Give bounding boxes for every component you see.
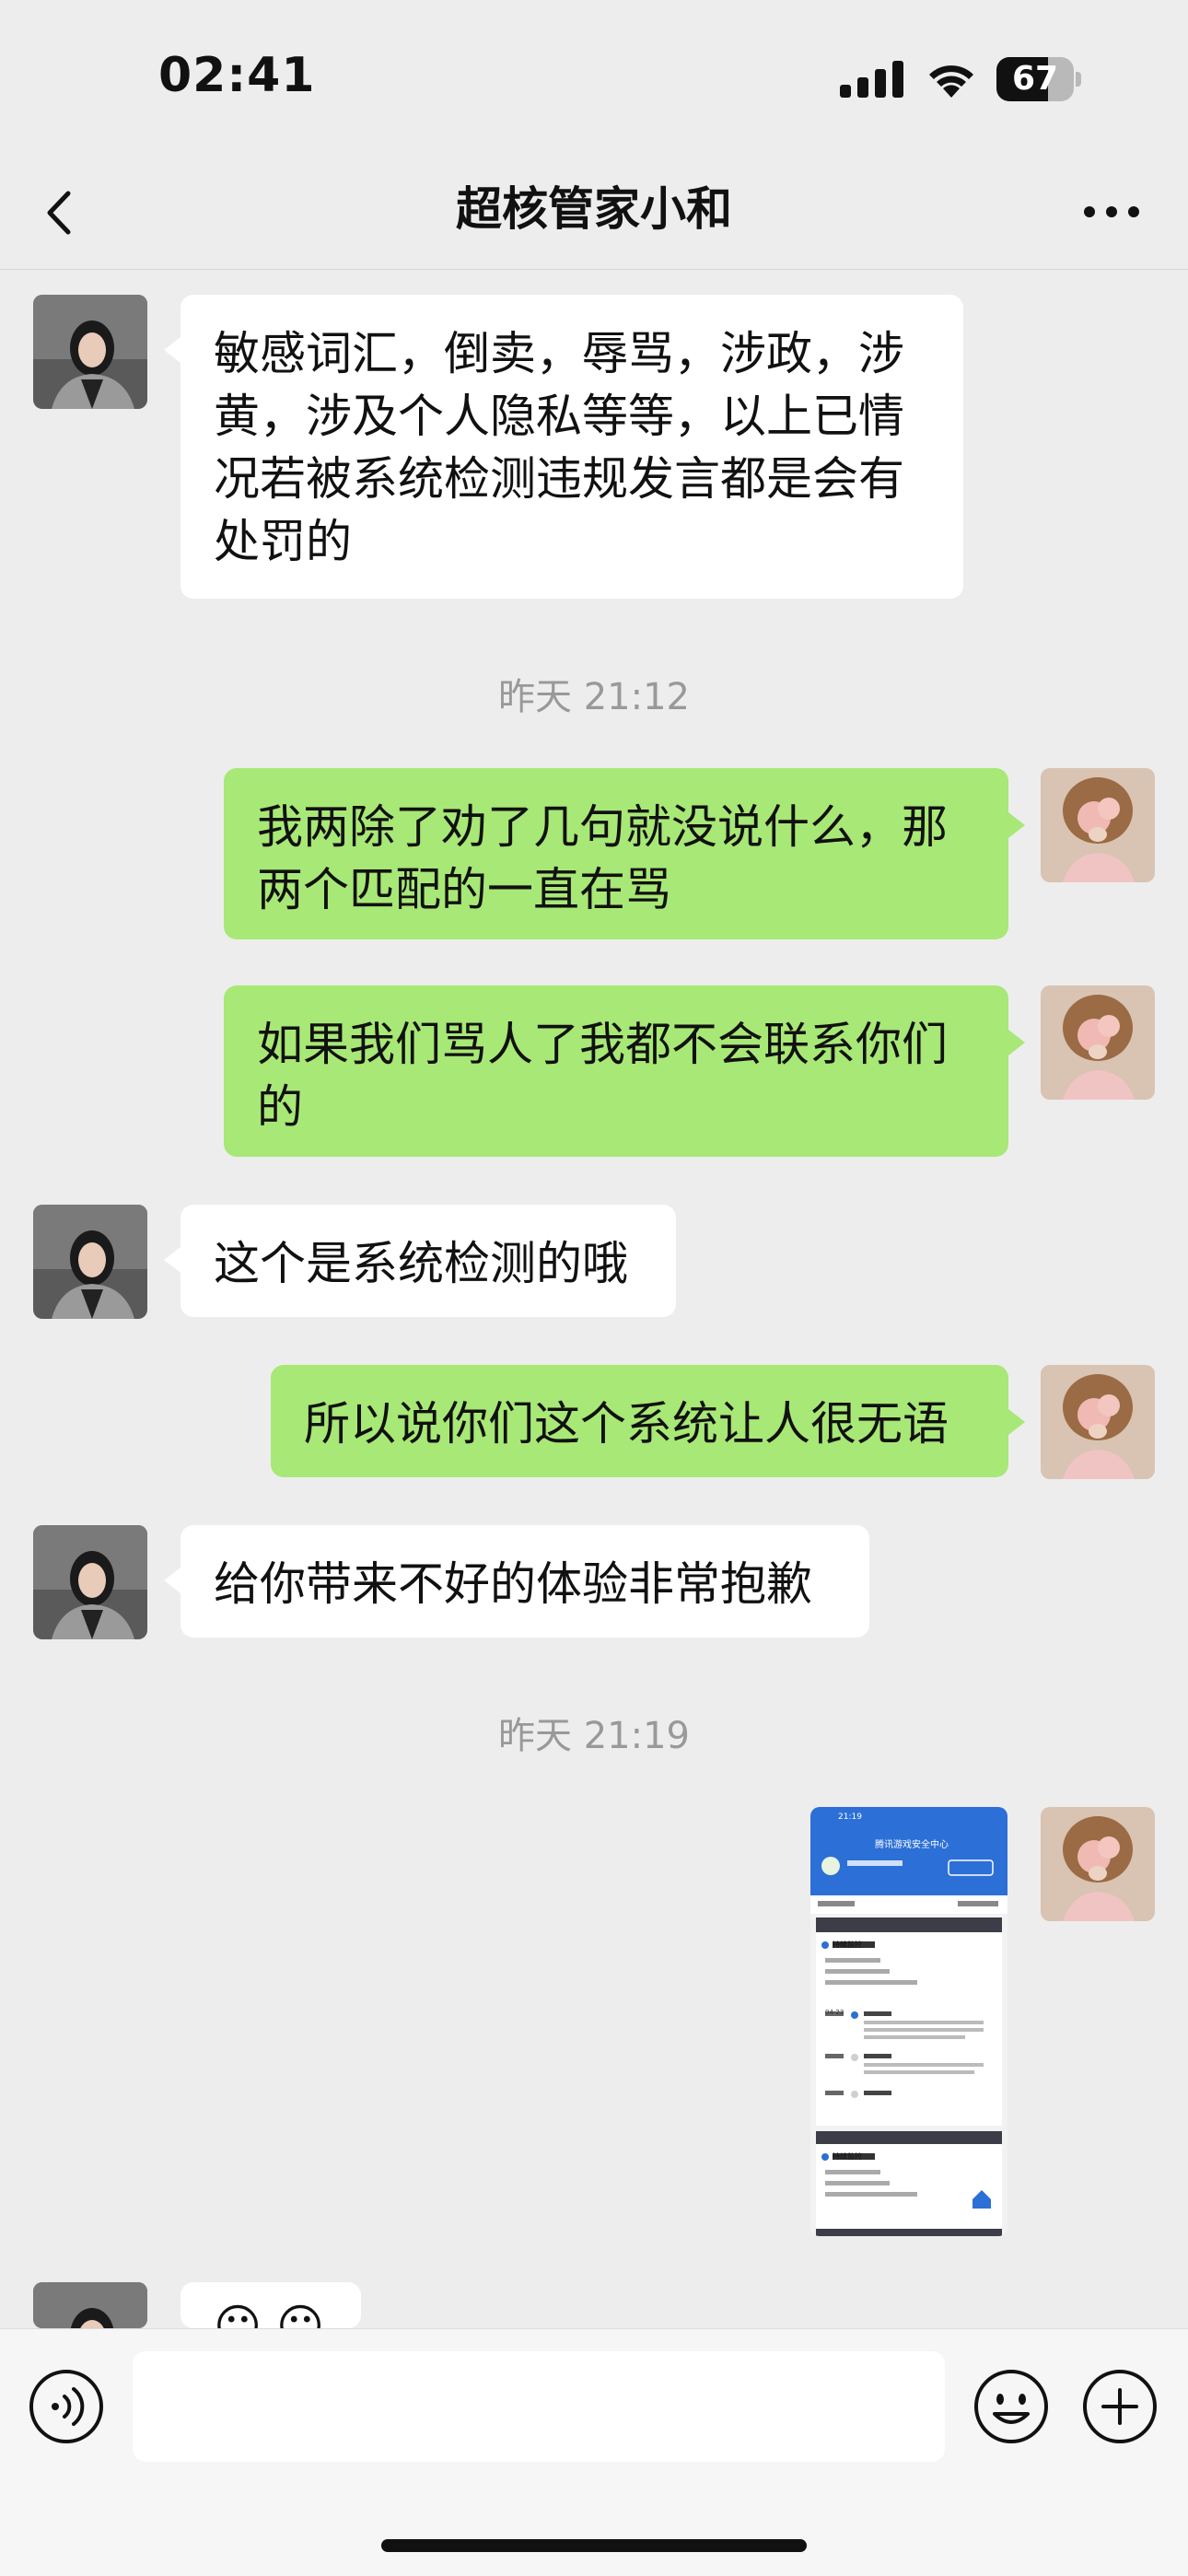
emoji-icon[interactable] (973, 2368, 1050, 2445)
message-bubble-outgoing[interactable]: 我两除了劝了几句就没说什么，那两个匹配的一直在骂 (224, 768, 1025, 939)
contact-avatar[interactable] (33, 1525, 147, 1639)
message-bubble-incoming[interactable]: 😐 😐 (181, 2282, 361, 2328)
user-avatar[interactable] (1041, 1365, 1155, 1479)
battery-percent: 67 (1011, 60, 1059, 98)
more-options-icon[interactable] (1079, 184, 1144, 239)
user-avatar[interactable] (1041, 768, 1155, 882)
status-time: 02:41 (158, 48, 316, 103)
time-separator: 昨天 21:12 (498, 676, 690, 718)
wifi-icon (929, 65, 973, 98)
chat-title: 超核管家小和 (456, 182, 732, 236)
user-avatar[interactable] (1041, 985, 1155, 1100)
contact-avatar[interactable] (33, 1205, 147, 1319)
thumb-date: 04-23 (825, 2009, 844, 2016)
message-bubble-outgoing[interactable]: 如果我们骂人了我都不会联系你们的 (224, 985, 1025, 1157)
thumb-item-title: 持续监控 (833, 1941, 862, 1949)
time-separator: 昨天 21:19 (498, 1715, 690, 1757)
thumb-title: 腾讯游戏安全中心 (875, 1840, 949, 1850)
add-attachment-icon[interactable] (1081, 2368, 1159, 2445)
home-indicator[interactable] (381, 2539, 807, 2552)
voice-input-icon[interactable] (28, 2368, 105, 2445)
thumb-item-title: 持续监控 (833, 2152, 862, 2161)
thumb-status-time: 21:19 (838, 1813, 862, 1822)
battery-icon: 67 (996, 57, 1081, 101)
message-bubble-incoming[interactable]: 这个是系统检测的哦 (164, 1205, 676, 1317)
message-bubble-incoming[interactable]: 给你带来不好的体验非常抱歉 (164, 1525, 869, 1638)
user-avatar[interactable] (1041, 1807, 1155, 1921)
screenshot-image-message[interactable]: 21:19 腾讯游戏安全中心 持续监控 04-23 持续监控 (810, 1807, 1007, 2236)
message-input[interactable] (133, 2351, 945, 2462)
cellular-signal-icon (840, 61, 903, 98)
contact-avatar[interactable] (33, 2282, 147, 2328)
message-bubble-incoming[interactable]: 敏感词汇，倒卖，辱骂，涉政，涉黄，涉及个人隐私等等，以上已情况若被系统检测违规发… (164, 295, 963, 599)
nav-bar: 超核管家小和 (0, 157, 1188, 270)
status-bar: 02:41 67 (0, 0, 1188, 157)
message-bubble-outgoing[interactable]: 所以说你们这个系统让人很无语 (271, 1365, 1025, 1477)
contact-avatar[interactable] (33, 295, 147, 409)
